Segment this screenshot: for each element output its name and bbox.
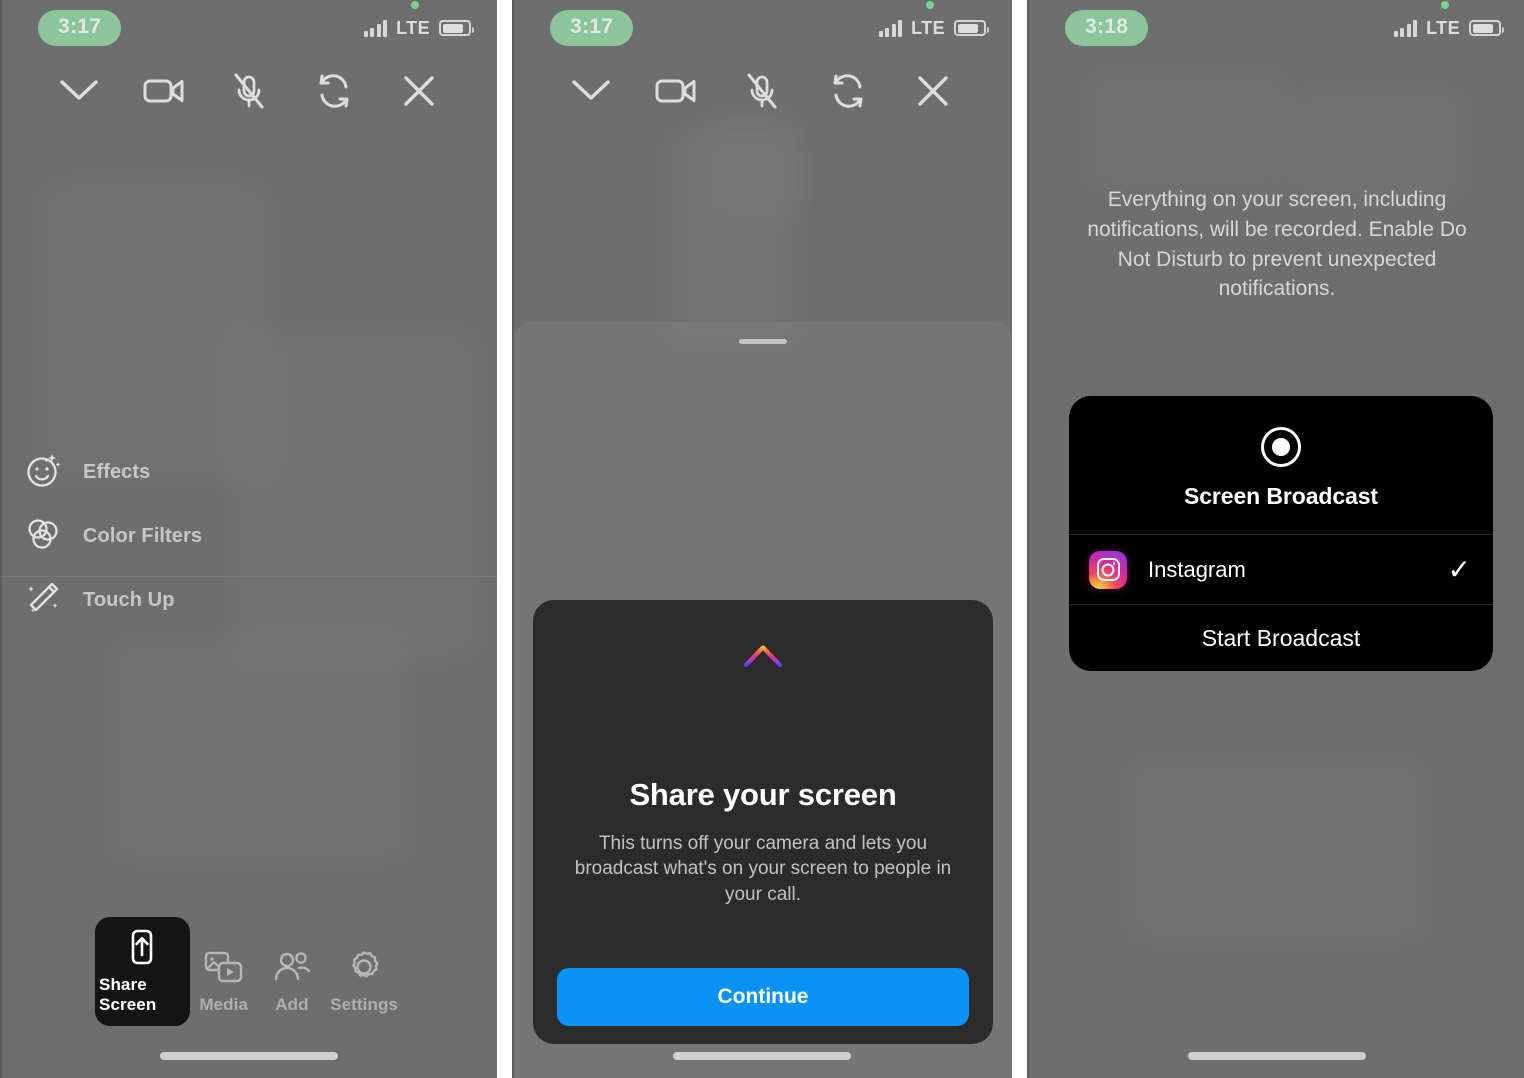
recording-notice-text: Everything on your screen, including not… (1087, 188, 1467, 301)
smiley-sparkles-icon (24, 451, 62, 494)
record-circle-icon (1261, 427, 1301, 467)
phone-panel-middle: 3:17 LTE Share your screen This turns of… (512, 0, 1012, 1078)
microphone-muted-icon[interactable] (224, 66, 274, 116)
flip-camera-icon[interactable] (309, 66, 359, 116)
background-blur-blob (702, 110, 802, 220)
effects-row-color-filters[interactable]: Color Filters (0, 504, 497, 577)
carrier-label: LTE (396, 17, 430, 38)
dock-item-share-screen[interactable]: Share Screen (95, 917, 190, 1026)
phone-panel-right: 3:18 LTE Everything on your screen, incl… (1027, 0, 1524, 1078)
call-toolbar (0, 62, 497, 120)
card-description: This turns off your camera and lets you … (574, 833, 952, 905)
home-indicator[interactable] (159, 1052, 338, 1060)
share-screen-card: Share your screen This turns off your ca… (533, 600, 993, 1044)
home-indicator[interactable] (673, 1052, 851, 1060)
dock-label-media: Media (199, 995, 249, 1014)
status-time: 3:17 (550, 10, 634, 46)
status-bar: 3:17 LTE (0, 0, 497, 56)
share-screen-icon (127, 929, 157, 965)
call-toolbar (512, 62, 1012, 120)
home-indicator[interactable] (1188, 1052, 1366, 1060)
start-broadcast-button[interactable]: Start Broadcast (1069, 605, 1493, 671)
magic-wand-icon (24, 579, 62, 622)
screenshot-strip: 3:17 LTE Effects Color Filters Touch Up … (0, 0, 1524, 1078)
recording-dot-icon (1441, 0, 1449, 9)
bottom-sheet: Share your screen This turns off your ca… (514, 322, 1012, 1078)
battery-icon (1469, 20, 1504, 36)
signal-bars-icon (363, 19, 388, 37)
media-icon (204, 949, 244, 985)
effects-list: Effects Color Filters Touch Up (0, 440, 497, 632)
status-indicators: LTE (878, 0, 989, 39)
recording-dot-icon (926, 0, 934, 9)
battery-icon (954, 20, 989, 36)
add-people-icon (272, 949, 312, 985)
carrier-label: LTE (911, 17, 945, 38)
background-blur-blob (1127, 760, 1427, 940)
card-title: Share your screen (629, 777, 897, 812)
dialog-header: Screen Broadcast (1069, 396, 1493, 535)
minimize-chevron-icon[interactable] (566, 66, 616, 116)
background-blur-blob (1287, 90, 1467, 200)
continue-button[interactable]: Continue (557, 968, 969, 1026)
dock-item-media[interactable]: Media (190, 937, 258, 1026)
flip-camera-icon[interactable] (823, 66, 873, 116)
status-indicators: LTE (1393, 0, 1504, 39)
dock-label-share-screen: Share Screen (99, 975, 157, 1014)
minimize-chevron-icon[interactable] (54, 66, 104, 116)
microphone-muted-icon[interactable] (737, 66, 787, 116)
bottom-dock: Share Screen Media Add Settings (0, 917, 497, 1026)
end-call-close-icon[interactable] (394, 66, 444, 116)
dock-item-add[interactable]: Add (258, 937, 326, 1026)
broadcast-app-name: Instagram (1148, 556, 1246, 582)
color-filters-icon (24, 515, 62, 558)
status-bar: 3:18 LTE (1027, 0, 1524, 56)
broadcast-app-row-instagram[interactable]: Instagram ✓ (1069, 535, 1493, 605)
background-blur-blob (110, 640, 410, 860)
sheet-grabber[interactable] (739, 339, 787, 344)
gear-icon (346, 949, 382, 985)
end-call-close-icon[interactable] (908, 66, 958, 116)
camera-icon[interactable] (139, 66, 189, 116)
dialog-title: Screen Broadcast (1184, 483, 1378, 509)
color-filters-label: Color Filters (83, 524, 203, 547)
camera-icon[interactable] (651, 66, 701, 116)
background-blur-blob (1087, 70, 1287, 190)
status-indicators: LTE (363, 0, 474, 39)
signal-bars-icon (878, 19, 903, 37)
carrier-label: LTE (1426, 17, 1460, 38)
battery-icon (439, 20, 474, 36)
signal-bars-icon (1393, 19, 1418, 37)
dock-item-settings[interactable]: Settings (326, 937, 402, 1026)
effects-divider (0, 576, 497, 577)
dock-label-settings: Settings (330, 995, 398, 1014)
up-arrow-gradient-icon (736, 640, 790, 717)
dock-label-add: Add (275, 995, 309, 1014)
status-time: 3:18 (1065, 10, 1149, 46)
status-time: 3:17 (38, 10, 122, 46)
effects-label: Effects (83, 460, 151, 483)
screen-broadcast-dialog: Screen Broadcast Instagram ✓ Start Broad… (1069, 396, 1493, 671)
phone-panel-left: 3:17 LTE Effects Color Filters Touch Up … (0, 0, 497, 1078)
instagram-icon (1089, 550, 1127, 589)
effects-row-effects[interactable]: Effects (0, 440, 497, 504)
effects-row-touch-up[interactable]: Touch Up (0, 568, 497, 632)
status-bar: 3:17 LTE (512, 0, 1012, 56)
touch-up-label: Touch Up (83, 588, 175, 611)
checkmark-icon: ✓ (1447, 553, 1471, 585)
recording-dot-icon (411, 0, 419, 9)
